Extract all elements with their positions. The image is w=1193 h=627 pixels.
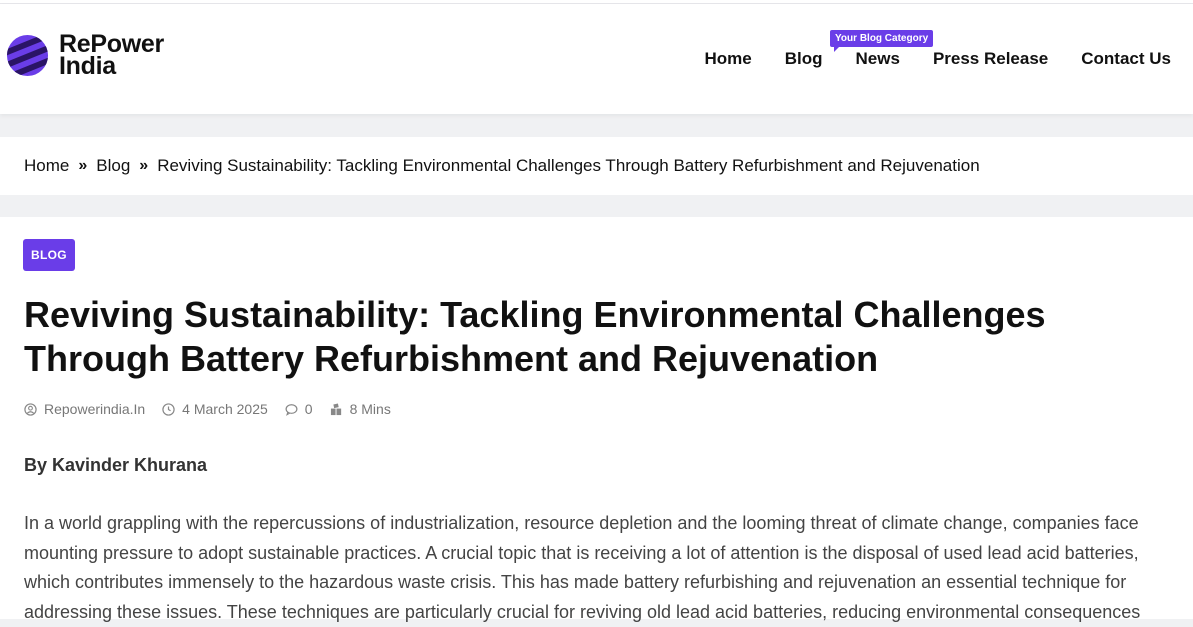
article-content: BLOG Reviving Sustainability: Tackling E… — [0, 217, 1193, 622]
brand-name: RePower India — [59, 32, 164, 80]
nav-item-press-release[interactable]: Press Release — [933, 49, 1048, 69]
books-icon — [330, 402, 341, 415]
breadcrumb-separator: » — [139, 157, 149, 174]
article-byline: By Kavinder Khurana — [24, 455, 208, 475]
meta-comments-count: 0 — [304, 401, 313, 417]
globe-stripes-icon — [6, 34, 49, 76]
breadcrumb-blog[interactable]: Blog — [96, 156, 130, 176]
meta-read-time-text: 8 Mins — [349, 401, 391, 417]
meta-author-text: Repowerindia.In — [44, 401, 146, 417]
main-nav: Home Blog News Press Release Contact Us — [672, 49, 1172, 69]
site-logo[interactable]: RePower India — [6, 32, 164, 80]
meta-date-text: 4 March 2025 — [182, 401, 268, 417]
breadcrumb-separator: » — [78, 157, 88, 174]
user-circle-icon — [24, 402, 37, 416]
article-meta: Repowerindia.In 4 March 2025 0 8 Mins — [24, 401, 408, 417]
breadcrumb-home[interactable]: Home — [24, 156, 69, 176]
site-header: RePower India Home Blog News Press Relea… — [0, 4, 1193, 114]
clock-icon — [162, 402, 175, 416]
nav-item-blog[interactable]: Blog — [785, 49, 823, 69]
category-badge[interactable]: BLOG — [23, 239, 75, 271]
nav-item-news[interactable]: News — [856, 49, 900, 69]
meta-date: 4 March 2025 — [162, 401, 268, 417]
comment-icon — [285, 403, 298, 416]
blog-category-badge: Your Blog Category — [830, 30, 934, 52]
meta-comments[interactable]: 0 — [285, 401, 313, 417]
breadcrumb: Home » Blog » Reviving Sustainability: T… — [0, 137, 1193, 195]
nav-item-home[interactable]: Home — [705, 49, 752, 69]
meta-read-time: 8 Mins — [330, 401, 391, 417]
article-title: Reviving Sustainability: Tackling Enviro… — [24, 294, 1046, 379]
brand-line-2: India — [59, 52, 116, 80]
nav-item-contact-us[interactable]: Contact Us — [1081, 49, 1171, 69]
breadcrumb-current: Reviving Sustainability: Tackling Enviro… — [157, 156, 980, 175]
article-paragraph: In a world grappling with the repercussi… — [24, 513, 1141, 622]
meta-author[interactable]: Repowerindia.In — [24, 401, 145, 417]
